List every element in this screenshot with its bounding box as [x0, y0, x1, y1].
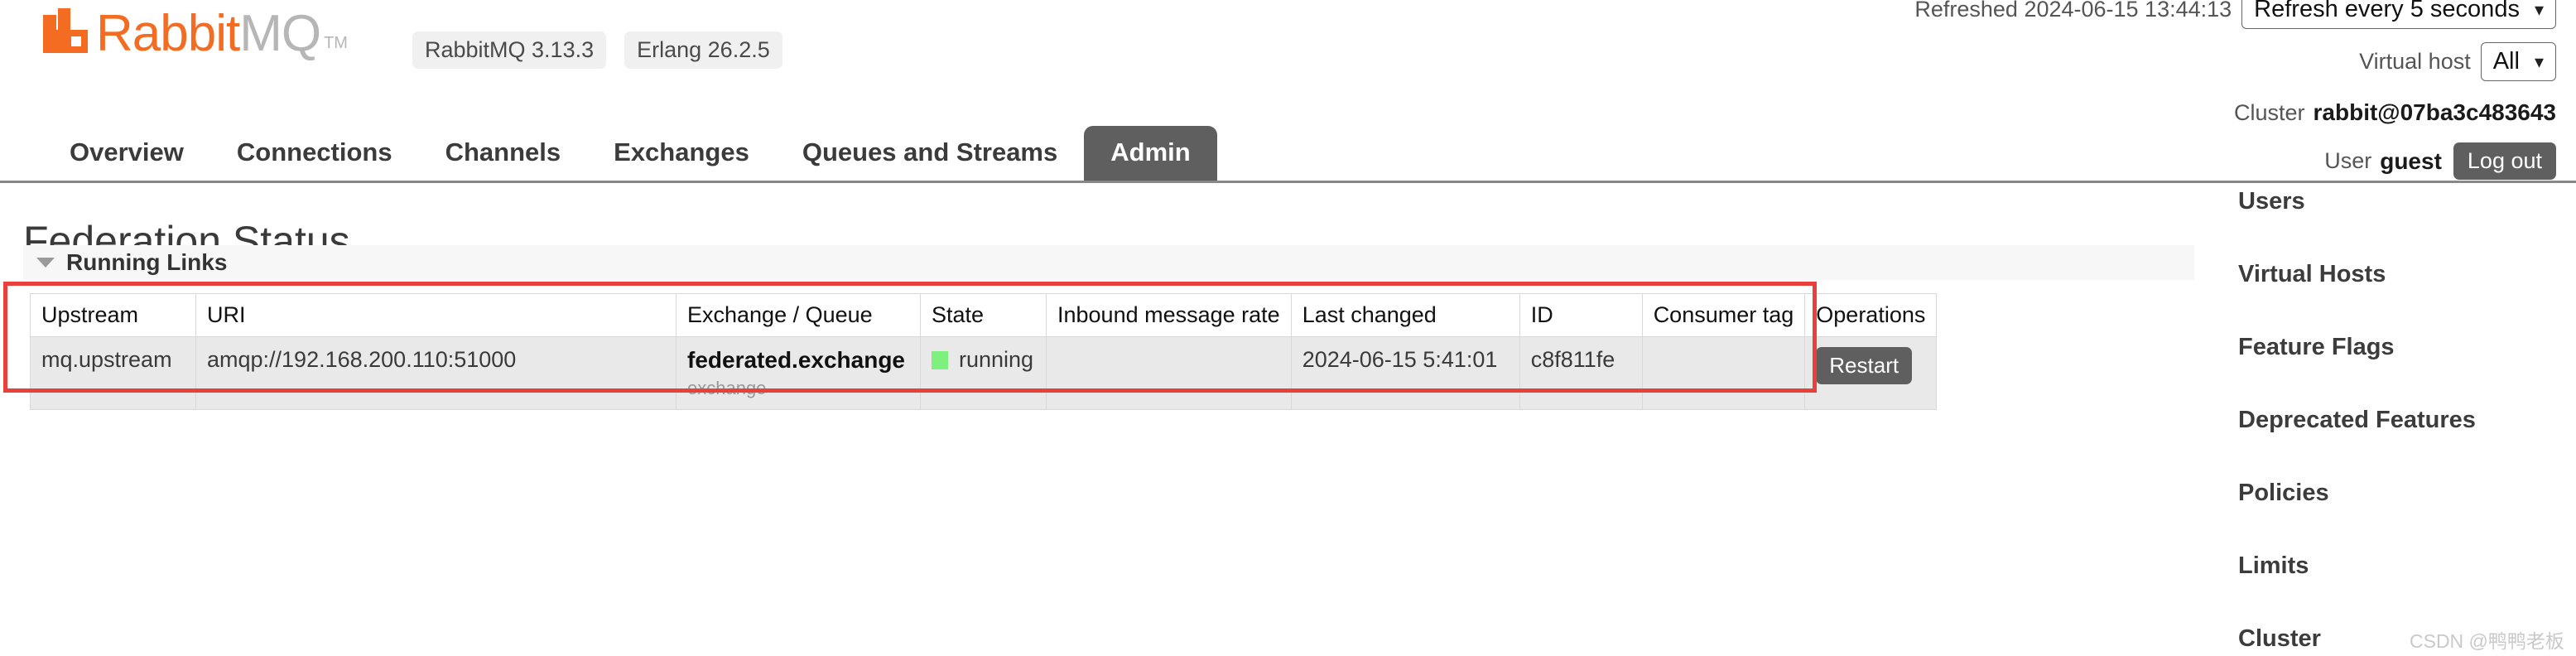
chevron-down-icon: ▾ — [2534, 51, 2544, 72]
sidebar-item-virtual-hosts[interactable]: Virtual Hosts — [2223, 251, 2554, 298]
refresh-interval-select[interactable]: Refresh every 5 seconds ▾ — [2241, 0, 2556, 29]
tab-connections[interactable]: Connections — [210, 126, 419, 181]
rabbitmq-logo-icon — [43, 8, 88, 53]
virtual-host-row: Virtual host All ▾ — [1914, 42, 2556, 81]
cell-uri: amqp://192.168.200.110:51000 — [195, 336, 677, 410]
logo-wordmark: RabbitMQ — [96, 5, 321, 62]
sidebar-item-feature-flags[interactable]: Feature Flags — [2223, 324, 2554, 371]
tab-queues-and-streams[interactable]: Queues and Streams — [776, 126, 1084, 181]
rabbitmq-logo[interactable]: RabbitMQ TM — [43, 8, 348, 60]
tab-channels[interactable]: Channels — [419, 126, 588, 181]
exchange-type: exchange — [687, 378, 767, 398]
table-header-row: Upstream URI Exchange / Queue State Inbo… — [30, 293, 1938, 337]
table-row: mq.upstream amqp://192.168.200.110:51000… — [30, 336, 1938, 410]
column-header-operations[interactable]: Operations — [1804, 293, 1938, 337]
cell-id: c8f811fe — [1519, 336, 1643, 410]
tab-admin[interactable]: Admin — [1084, 126, 1217, 181]
virtual-host-value: All — [2492, 48, 2520, 75]
logo-trademark: TM — [324, 34, 348, 52]
caret-down-icon[interactable] — [36, 258, 55, 268]
running-links-title: Running Links — [66, 249, 228, 275]
column-header-id[interactable]: ID — [1519, 293, 1643, 337]
sidebar-item-cluster[interactable]: Cluster — [2223, 615, 2554, 656]
federation-links-table: Upstream URI Exchange / Queue State Inbo… — [30, 293, 1938, 410]
logo-text-rabbit: Rabbit — [96, 5, 240, 62]
cell-upstream: mq.upstream — [30, 336, 196, 410]
column-header-inbound-message-rate[interactable]: Inbound message rate — [1046, 293, 1292, 337]
status-indicator-icon — [932, 350, 948, 369]
column-header-state[interactable]: State — [920, 293, 1047, 337]
refresh-interval-value: Refresh every 5 seconds — [2254, 0, 2520, 22]
sidebar-item-users[interactable]: Users — [2223, 178, 2554, 225]
sidebar-item-deprecated-features[interactable]: Deprecated Features — [2223, 397, 2554, 444]
refreshed-timestamp: Refreshed 2024-06-15 13:44:13 — [1914, 0, 2232, 22]
tab-exchanges[interactable]: Exchanges — [587, 126, 776, 181]
sidebar-item-limits[interactable]: Limits — [2223, 543, 2554, 590]
status-badge: running — [959, 347, 1034, 372]
column-header-last-changed[interactable]: Last changed — [1290, 293, 1520, 337]
rabbitmq-management-page: RabbitMQ TM RabbitMQ 3.13.3 Erlang 26.2.… — [0, 0, 2576, 656]
main-navigation-tabs: Overview Connections Channels Exchanges … — [0, 119, 2576, 183]
version-badges: RabbitMQ 3.13.3 Erlang 26.2.5 — [412, 31, 782, 69]
column-header-uri[interactable]: URI — [195, 293, 677, 337]
column-header-exchange-queue[interactable]: Exchange / Queue — [676, 293, 921, 337]
logo-text-mq: MQ — [239, 5, 321, 62]
virtual-host-select[interactable]: All ▾ — [2480, 42, 2556, 81]
tab-overview[interactable]: Overview — [43, 126, 210, 181]
exchange-name: federated.exchange — [687, 347, 905, 373]
cell-inbound-message-rate — [1046, 336, 1292, 410]
chevron-down-icon: ▾ — [2534, 0, 2544, 20]
cell-operations: Restart — [1804, 336, 1938, 410]
running-links-section-header[interactable]: Running Links — [23, 245, 2194, 280]
admin-sidebar: Users Virtual Hosts Feature Flags Deprec… — [2223, 178, 2554, 656]
sidebar-item-policies[interactable]: Policies — [2223, 470, 2554, 517]
virtual-host-label: Virtual host — [2359, 49, 2471, 74]
column-header-upstream[interactable]: Upstream — [30, 293, 196, 337]
cell-exchange-queue: federated.exchange exchange — [676, 336, 921, 410]
cell-last-changed: 2024-06-15 5:41:01 — [1290, 336, 1520, 410]
rabbitmq-version-badge: RabbitMQ 3.13.3 — [412, 31, 607, 69]
refresh-row: Refreshed 2024-06-15 13:44:13 Refresh ev… — [1914, 0, 2556, 29]
erlang-version-badge: Erlang 26.2.5 — [624, 31, 782, 69]
restart-button[interactable]: Restart — [1816, 347, 1913, 384]
cell-state: running — [920, 336, 1047, 410]
column-header-consumer-tag[interactable]: Consumer tag — [1641, 293, 1806, 337]
cell-consumer-tag — [1641, 336, 1806, 410]
